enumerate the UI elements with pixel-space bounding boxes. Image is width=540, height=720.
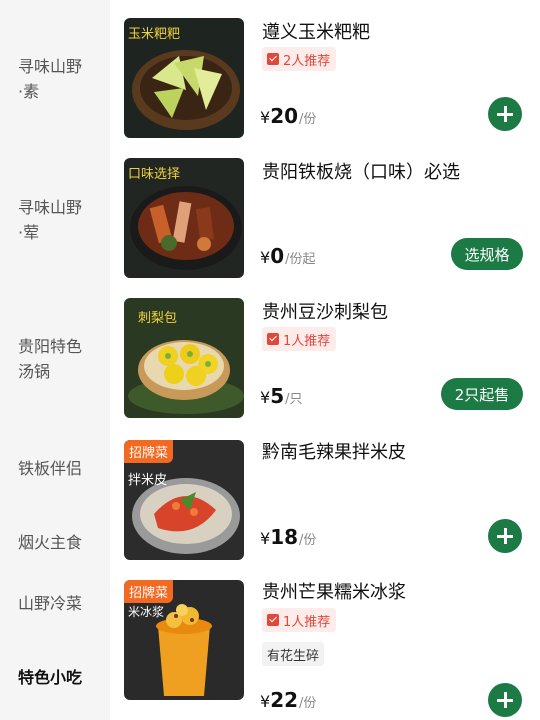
image-caption: 口味选择 (128, 167, 180, 182)
dish-tag: 有花生碎 (262, 642, 325, 666)
menu-list: 玉米粑粑 遵义玉米粑粑 2人推荐 ¥ 20 /份 口味选择 贵阳铁板烧（口味）必… (110, 0, 540, 720)
dish-image: 拌米皮 招牌菜 (124, 440, 244, 560)
price-unit: /份起 (285, 252, 316, 267)
category-item-snacks[interactable]: 特色小吃 (18, 665, 82, 690)
category-item-teppanyaki-sides[interactable]: 铁板伴侣 (18, 456, 82, 481)
category-item-staple[interactable]: 烟火主食 (18, 530, 82, 555)
currency-symbol: ¥ (260, 692, 271, 711)
recommend-text: 1人推荐 (283, 614, 331, 630)
signature-badge: 招牌菜 (124, 440, 174, 463)
price-unit: /份 (299, 696, 317, 711)
image-caption: 玉米粑粑 (128, 27, 180, 42)
dish-image: 口味选择 (124, 158, 244, 278)
add-to-cart-button[interactable] (488, 97, 522, 131)
price-value: 22 (270, 688, 299, 712)
menu-item[interactable]: 口味选择 贵阳铁板烧（口味）必选 ¥ 0 /份起 选规格 (110, 140, 540, 280)
dish-price: ¥ 5 /只 (260, 384, 303, 408)
dish-name: 贵州芒果糯米冰浆 (262, 582, 406, 603)
category-label: 寻味山野 (18, 198, 83, 217)
image-caption: 米冰浆 (128, 604, 164, 619)
thumbs-up-icon (267, 614, 279, 626)
dish-name: 贵阳铁板烧（口味）必选 (262, 162, 460, 183)
dish-price: ¥ 20 /份 (260, 104, 316, 128)
menu-item[interactable]: 拌米皮 招牌菜 黔南毛辣果拌米皮 ¥ 18 /份 (110, 420, 540, 560)
price-unit: /份 (299, 533, 317, 548)
dish-name: 贵州豆沙刺梨包 (262, 302, 388, 323)
price-value: 0 (270, 244, 285, 268)
category-label: 烟火主食 (18, 533, 83, 552)
dish-image: 刺梨包 (124, 298, 244, 418)
category-label: 贵阳特色 (18, 337, 83, 356)
recommend-badge: 1人推荐 (262, 608, 337, 632)
category-label-sub: ·荤 (18, 223, 40, 242)
menu-item[interactable]: 米冰浆 招牌菜 贵州芒果糯米冰浆 1人推荐 有花生碎 ¥ 22 /份 (110, 560, 540, 720)
currency-symbol: ¥ (260, 529, 271, 548)
price-unit: /只 (285, 392, 303, 407)
recommend-text: 2人推荐 (283, 53, 331, 69)
dish-price: ¥ 0 /份起 (260, 244, 316, 268)
recommend-badge: 2人推荐 (262, 47, 337, 71)
dish-price: ¥ 18 /份 (260, 525, 316, 549)
menu-item[interactable]: 玉米粑粑 遵义玉米粑粑 2人推荐 ¥ 20 /份 (110, 0, 540, 140)
add-to-cart-button[interactable] (488, 519, 522, 553)
currency-symbol: ¥ (260, 388, 271, 407)
menu-item[interactable]: 刺梨包 贵州豆沙刺梨包 1人推荐 ¥ 5 /只 2只起售 (110, 280, 540, 420)
category-label: 山野冷菜 (18, 594, 83, 613)
thumbs-up-icon (267, 333, 279, 345)
thumbs-up-icon (267, 53, 279, 65)
currency-symbol: ¥ (260, 248, 271, 267)
dish-name: 遵义玉米粑粑 (262, 22, 370, 43)
category-item-meat[interactable]: 寻味山野 ·荤 (18, 195, 82, 245)
dish-image: 米冰浆 招牌菜 (124, 580, 244, 700)
category-sidebar: 寻味山野 ·素 寻味山野 ·荤 贵阳特色 汤锅 铁板伴侣 烟火主食 山野冷菜 特… (0, 0, 110, 720)
image-caption: 刺梨包 (138, 311, 177, 326)
category-item-cold-dishes[interactable]: 山野冷菜 (18, 591, 82, 616)
add-to-cart-button[interactable] (488, 683, 522, 717)
category-label-sub: 汤锅 (18, 362, 51, 381)
signature-badge: 招牌菜 (124, 580, 174, 603)
category-label: 铁板伴侣 (18, 459, 83, 478)
price-value: 20 (270, 104, 299, 128)
minimum-order-button[interactable]: 2只起售 (441, 378, 523, 410)
category-label-sub: ·素 (18, 82, 40, 101)
price-unit: /份 (299, 112, 317, 127)
category-label: 寻味山野 (18, 57, 83, 76)
dish-name: 黔南毛辣果拌米皮 (262, 442, 406, 463)
recommend-text: 1人推荐 (283, 333, 331, 349)
price-value: 18 (270, 525, 299, 549)
image-caption: 拌米皮 (128, 473, 167, 488)
category-item-hotpot[interactable]: 贵阳特色 汤锅 (18, 334, 82, 384)
category-label: 特色小吃 (18, 668, 83, 687)
dish-price: ¥ 22 /份 (260, 688, 316, 712)
currency-symbol: ¥ (260, 108, 271, 127)
recommend-badge: 1人推荐 (262, 327, 337, 351)
select-spec-button[interactable]: 选规格 (451, 238, 523, 270)
category-item-vegetarian[interactable]: 寻味山野 ·素 (18, 54, 82, 104)
dish-image: 玉米粑粑 (124, 18, 244, 138)
price-value: 5 (270, 384, 285, 408)
